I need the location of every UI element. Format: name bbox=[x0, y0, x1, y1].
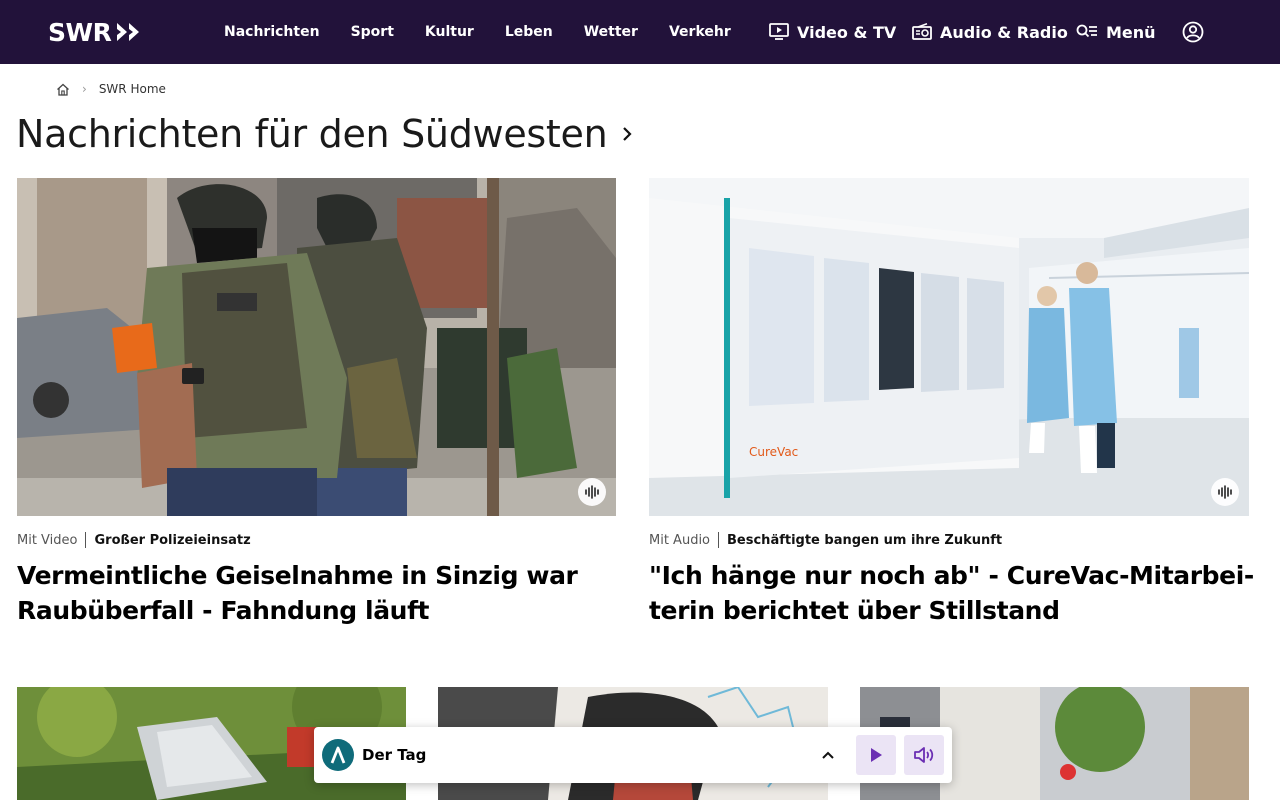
nav-kultur[interactable]: Kultur bbox=[425, 24, 474, 40]
menu-label: Menü bbox=[1106, 22, 1156, 42]
player-title[interactable]: Der Tag bbox=[362, 746, 426, 764]
home-icon[interactable] bbox=[56, 83, 70, 96]
chevron-up-icon[interactable] bbox=[816, 743, 840, 767]
teaser-card-1[interactable]: Mit Video Großer Polizeieinsatz Vermeint… bbox=[17, 178, 617, 638]
audio-player-bar: Der Tag bbox=[314, 727, 952, 783]
audio-radio-label: Audio & Radio bbox=[940, 22, 1068, 42]
meta-divider bbox=[85, 532, 87, 548]
play-button[interactable] bbox=[856, 735, 896, 775]
radio-icon bbox=[912, 23, 932, 41]
teaser-kicker: Großer Polizeieinsatz bbox=[94, 532, 251, 548]
video-tv-link[interactable]: Video & TV bbox=[769, 0, 896, 64]
menu-button[interactable]: Menü bbox=[1076, 0, 1156, 64]
account-button[interactable] bbox=[1182, 0, 1204, 64]
nav-wetter[interactable]: Wetter bbox=[584, 24, 638, 40]
nav-sport[interactable]: Sport bbox=[351, 24, 394, 40]
chevron-right-icon bbox=[621, 126, 633, 142]
teaser-image-lab[interactable]: CureVac bbox=[649, 178, 1249, 516]
teaser-media-type: Mit Audio bbox=[649, 532, 711, 548]
meta-divider bbox=[718, 532, 720, 548]
logo-text: SWR bbox=[48, 17, 112, 47]
video-tv-label: Video & TV bbox=[797, 22, 897, 42]
volume-button[interactable] bbox=[904, 735, 944, 775]
breadcrumb-current[interactable]: SWR Home bbox=[99, 82, 166, 96]
video-tv-icon bbox=[769, 23, 789, 41]
headline-line-1: Vermeintliche Geiselnahme in Sinzig war bbox=[17, 561, 578, 590]
teaser-headline-1[interactable]: Vermeintliche Geiselnahme in Sinzig war … bbox=[17, 558, 627, 628]
teaser-card-2[interactable]: CureVac Mit Audio Beschäftigte bangen um… bbox=[649, 178, 1254, 638]
swr-logo[interactable]: SWR bbox=[48, 17, 145, 47]
teaser-meta-1: Mit Video Großer Polizeieinsatz bbox=[17, 532, 251, 548]
headline-line-2: Raubüberfall - Fahndung läuft bbox=[17, 596, 430, 625]
teaser-headline-2[interactable]: "Ich hänge nur noch ab" - CureVac-Mitarb… bbox=[649, 558, 1259, 628]
top-navigation-bar: SWR Nachrichten Sport Kultur Leben Wette… bbox=[0, 0, 1280, 64]
audio-radio-link[interactable]: Audio & Radio bbox=[912, 0, 1068, 64]
headline-line-2: terin berichtet über Stillstand bbox=[649, 596, 1060, 625]
teaser-media-type: Mit Video bbox=[17, 532, 78, 548]
nav-verkehr[interactable]: Verkehr bbox=[669, 24, 731, 40]
logo-chevrons-icon bbox=[115, 21, 145, 43]
nav-nachrichten[interactable]: Nachrichten bbox=[224, 24, 320, 40]
section-heading-link[interactable]: Nachrichten für den Südwesten bbox=[16, 112, 633, 156]
user-account-icon bbox=[1182, 21, 1204, 43]
main-navigation: Nachrichten Sport Kultur Leben Wetter Ve… bbox=[224, 0, 762, 64]
teaser-image-police[interactable] bbox=[17, 178, 616, 516]
curevac-label: CureVac bbox=[749, 445, 798, 459]
page-title: Nachrichten für den Südwesten bbox=[16, 112, 608, 156]
breadcrumb-separator-icon: › bbox=[82, 82, 87, 96]
audio-waveform-icon[interactable] bbox=[1211, 478, 1239, 506]
audio-waveform-icon[interactable] bbox=[578, 478, 606, 506]
breadcrumb: › SWR Home bbox=[56, 80, 166, 98]
teaser-kicker: Beschäftigte bangen um ihre Zukunft bbox=[727, 532, 1003, 548]
search-menu-icon bbox=[1076, 24, 1098, 40]
teaser-meta-2: Mit Audio Beschäftigte bangen um ihre Zu… bbox=[649, 532, 1002, 548]
nav-leben[interactable]: Leben bbox=[505, 24, 553, 40]
headline-line-1: "Ich hänge nur noch ab" - CureVac-Mitarb… bbox=[649, 561, 1254, 590]
der-tag-logo-icon bbox=[322, 739, 354, 771]
